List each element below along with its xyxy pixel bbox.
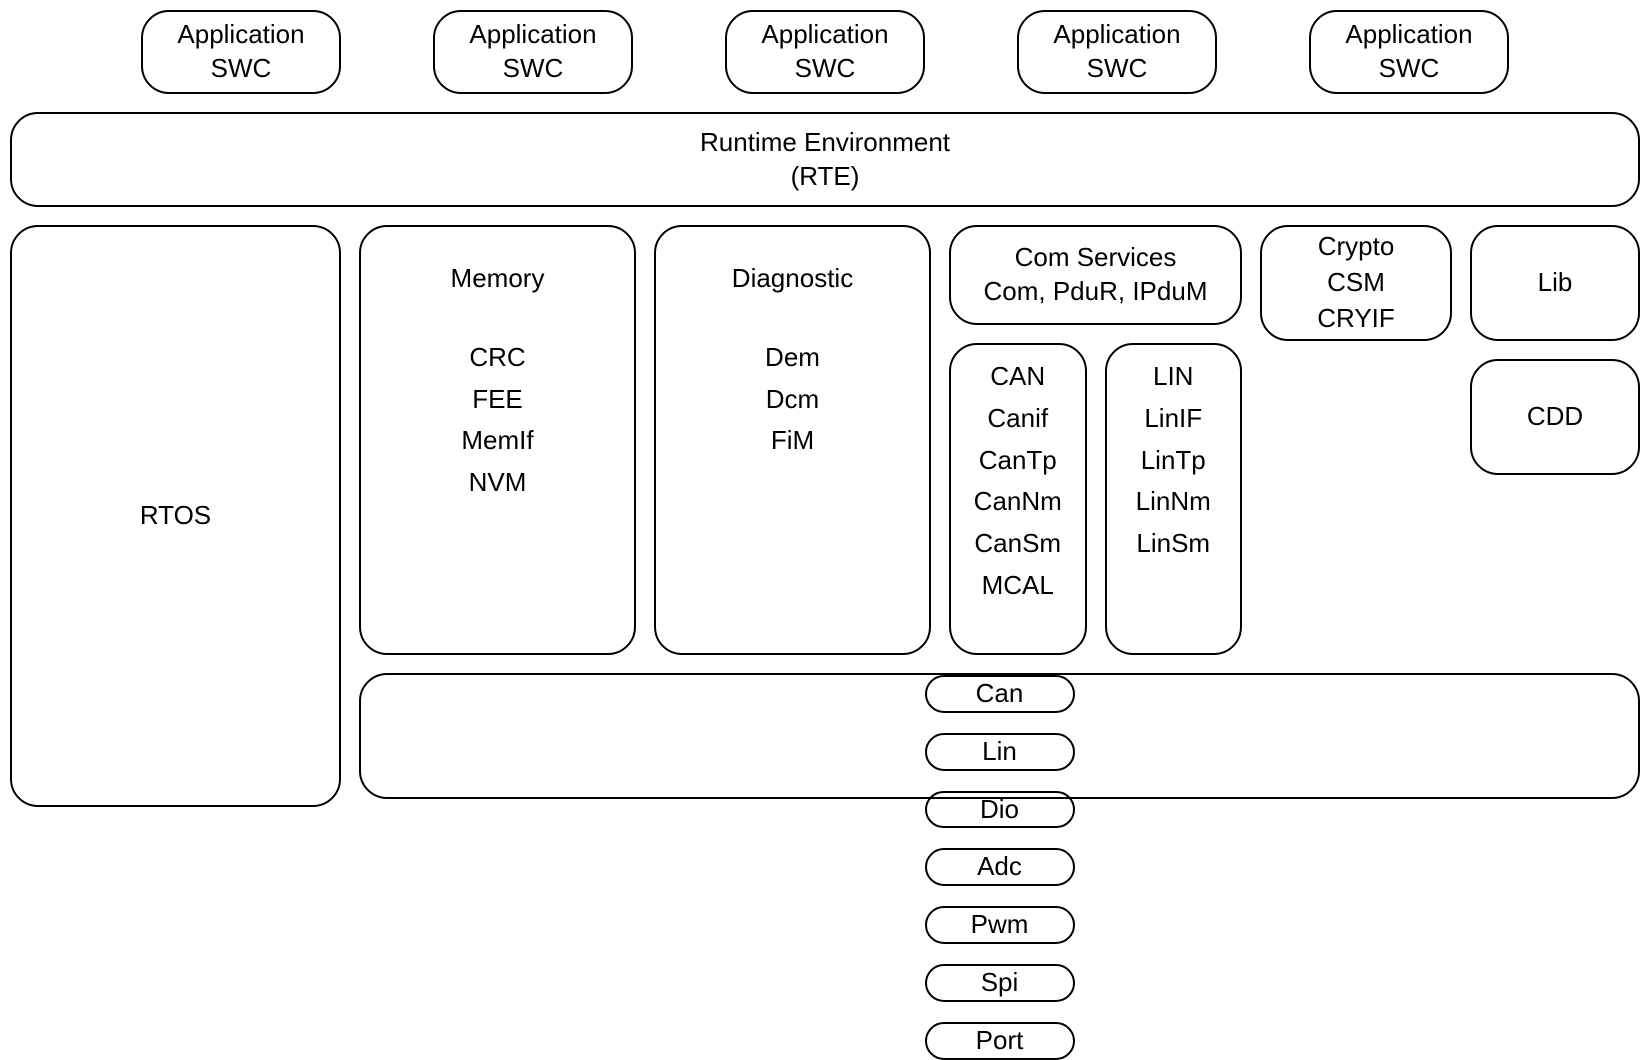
can-stack-box: CAN Canif CanTp CanNm CanSm MCAL <box>949 343 1087 655</box>
mcal-item-label: Port <box>976 1024 1024 1058</box>
rtos-label: RTOS <box>140 499 211 533</box>
mcal-item-lin: Lin <box>925 733 1075 771</box>
mcal-item-label: Adc <box>977 850 1022 884</box>
crypto-list: Crypto CSM CRYIF <box>1317 230 1395 335</box>
mcal-item-can: Can <box>925 675 1075 713</box>
crypto-item: Crypto <box>1317 230 1395 264</box>
can-stack-list: CAN Canif CanTp CanNm CanSm MCAL <box>974 360 1062 603</box>
diagnostic-item: Dcm <box>765 383 820 417</box>
application-swc-box: Application SWC <box>1309 10 1509 94</box>
lin-stack-item: LIN <box>1136 360 1211 394</box>
diagnostic-list: Dem Dcm FiM <box>765 341 820 458</box>
service-layer-row: Memory CRC FEE MemIf NVM Diagnostic Dem … <box>359 225 1640 655</box>
lin-stack-list: LIN LinIF LinTp LinNm LinSm <box>1136 360 1211 561</box>
mcal-item-adc: Adc <box>925 848 1075 886</box>
crypto-item: CSM <box>1317 266 1395 300</box>
diagram-root: Application SWC Application SWC Applicat… <box>10 10 1640 807</box>
app-swc-line2: SWC <box>1087 52 1148 86</box>
lin-stack-item: LinIF <box>1136 402 1211 436</box>
rte-line2: (RTE) <box>791 160 860 194</box>
app-swc-line1: Application <box>177 18 304 52</box>
crypto-box: Crypto CSM CRYIF <box>1260 225 1452 341</box>
can-stack-item: MCAL <box>974 569 1062 603</box>
com-services-line1: Com Services <box>1015 241 1177 275</box>
application-layer-row: Application SWC Application SWC Applicat… <box>10 10 1640 94</box>
rte-box: Runtime Environment (RTE) <box>10 112 1640 207</box>
lib-box: Lib <box>1470 225 1640 341</box>
app-swc-line2: SWC <box>1379 52 1440 86</box>
mcal-item-label: Can <box>976 677 1024 711</box>
diagnostic-item: FiM <box>765 424 820 458</box>
app-swc-line1: Application <box>469 18 596 52</box>
application-swc-box: Application SWC <box>725 10 925 94</box>
app-swc-line1: Application <box>1053 18 1180 52</box>
mcal-item-label: Dio <box>980 793 1019 827</box>
memory-list: CRC FEE MemIf NVM <box>461 341 533 500</box>
app-swc-line2: SWC <box>503 52 564 86</box>
lib-label: Lib <box>1538 266 1573 300</box>
can-stack-item: CAN <box>974 360 1062 394</box>
com-services-line2: Com, PduR, IPduM <box>984 275 1208 309</box>
rte-line1: Runtime Environment <box>700 126 950 160</box>
cdd-label: CDD <box>1527 400 1583 434</box>
mcal-container: Can Lin Dio Adc Pwm Spi Port <box>359 673 1640 799</box>
diagnostic-box: Diagnostic Dem Dcm FiM <box>654 225 931 655</box>
mcal-item-pwm: Pwm <box>925 906 1075 944</box>
application-swc-box: Application SWC <box>141 10 341 94</box>
crypto-item: CRYIF <box>1317 302 1395 336</box>
can-stack-item: CanNm <box>974 485 1062 519</box>
can-stack-item: Canif <box>974 402 1062 436</box>
app-swc-line1: Application <box>761 18 888 52</box>
mcal-item-spi: Spi <box>925 964 1075 1002</box>
rtos-box: RTOS <box>10 225 341 807</box>
can-stack-item: CanTp <box>974 444 1062 478</box>
diagnostic-item: Dem <box>765 341 820 375</box>
diagnostic-title: Diagnostic <box>732 262 853 296</box>
app-swc-line2: SWC <box>211 52 272 86</box>
lin-stack-item: LinNm <box>1136 485 1211 519</box>
crypto-lib-cdd-column: Crypto CSM CRYIF Lib CDD <box>1260 225 1640 655</box>
rte-row: Runtime Environment (RTE) <box>10 112 1640 207</box>
app-swc-line2: SWC <box>795 52 856 86</box>
com-services-box: Com Services Com, PduR, IPduM <box>949 225 1242 325</box>
memory-item: CRC <box>461 341 533 375</box>
crypto-lib-row: Crypto CSM CRYIF Lib <box>1260 225 1640 341</box>
mcal-item-port: Port <box>925 1022 1075 1060</box>
memory-title: Memory <box>451 262 545 296</box>
mcal-item-label: Lin <box>982 735 1017 769</box>
memory-item: MemIf <box>461 424 533 458</box>
mcal-item-label: Spi <box>981 966 1019 1000</box>
bsw-row: RTOS Memory CRC FEE MemIf NVM Diagnostic <box>10 225 1640 807</box>
app-swc-line1: Application <box>1345 18 1472 52</box>
com-column: Com Services Com, PduR, IPduM CAN Canif … <box>949 225 1242 655</box>
memory-box: Memory CRC FEE MemIf NVM <box>359 225 636 655</box>
bsw-right-area: Memory CRC FEE MemIf NVM Diagnostic Dem … <box>359 225 1640 807</box>
mcal-item-dio: Dio <box>925 791 1075 829</box>
com-stack-row: CAN Canif CanTp CanNm CanSm MCAL LIN <box>949 343 1242 655</box>
lin-stack-box: LIN LinIF LinTp LinNm LinSm <box>1105 343 1243 655</box>
can-stack-item: CanSm <box>974 527 1062 561</box>
application-swc-box: Application SWC <box>433 10 633 94</box>
lin-stack-item: LinSm <box>1136 527 1211 561</box>
mcal-item-label: Pwm <box>971 908 1029 942</box>
memory-item: FEE <box>461 383 533 417</box>
cdd-box: CDD <box>1470 359 1640 475</box>
application-swc-box: Application SWC <box>1017 10 1217 94</box>
memory-item: NVM <box>461 466 533 500</box>
lin-stack-item: LinTp <box>1136 444 1211 478</box>
